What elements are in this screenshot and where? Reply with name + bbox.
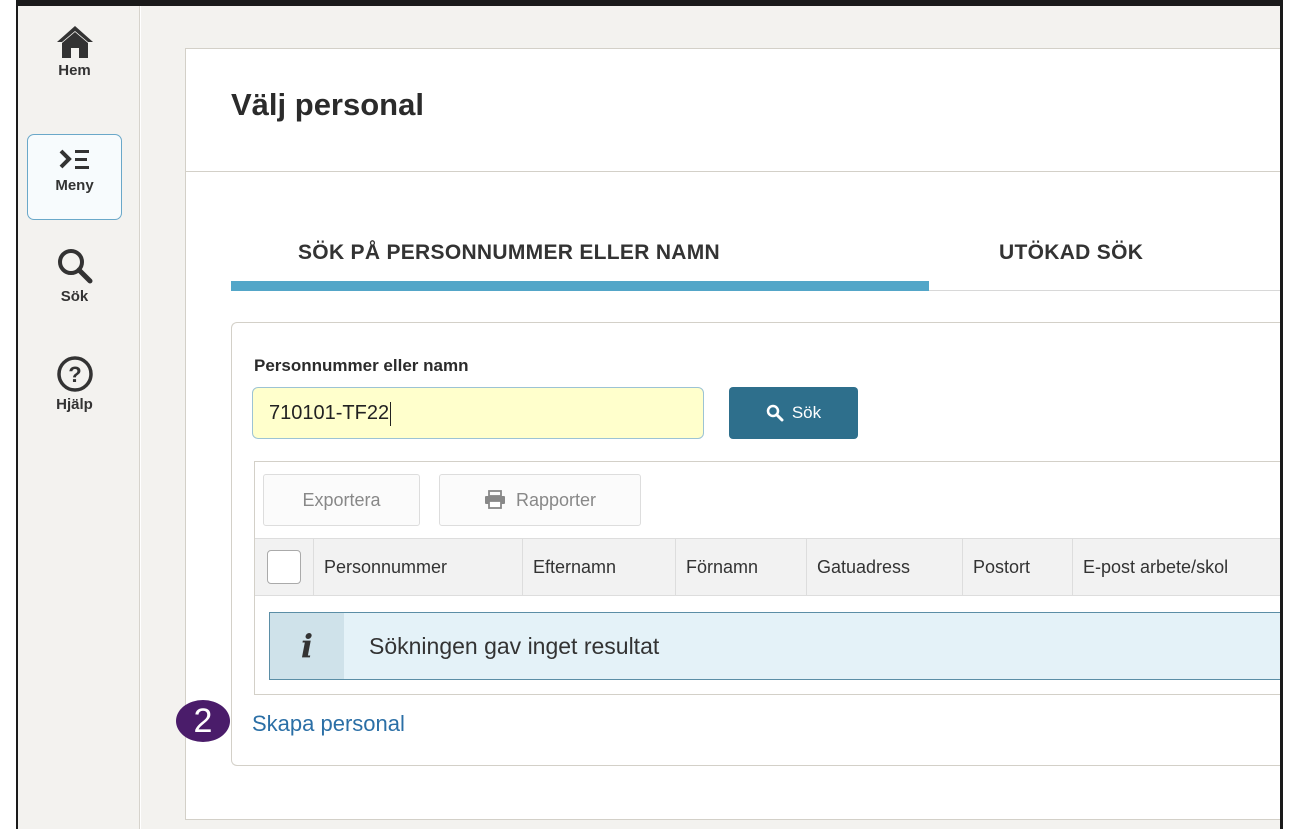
search-button-label: Sök (791, 403, 822, 422)
tab-extended-search[interactable]: UTÖKAD SÖK (999, 241, 1143, 265)
select-all-checkbox[interactable] (267, 550, 301, 584)
tab-search-personnummer[interactable]: SÖK PÅ PERSONNUMMER ELLER NAMN (298, 241, 720, 265)
search-input[interactable]: 710101-TF22 (252, 387, 704, 439)
column-header-efternamn[interactable]: Efternamn (523, 539, 676, 595)
column-header-epost[interactable]: E-post arbete/skol (1073, 539, 1283, 595)
search-icon (57, 249, 92, 284)
svg-text:?: ? (68, 362, 81, 387)
column-header-postort[interactable]: Postort (963, 539, 1073, 595)
text-cursor (390, 401, 392, 426)
select-all-cell (255, 539, 314, 595)
sidebar-item-label: Meny (55, 177, 94, 194)
search-button[interactable]: Sök (729, 387, 858, 439)
search-icon (766, 404, 784, 422)
active-tab-indicator (231, 281, 929, 291)
panel-header: Välj personal (186, 49, 1280, 172)
sidebar: Hem Meny Sök ? Hjälp (18, 6, 140, 829)
window-left-border (0, 0, 18, 829)
search-box: Personnummer eller namn 710101-TF22 Sök … (231, 322, 1283, 766)
sidebar-item-label: Sök (60, 288, 89, 305)
sidebar-item-menu[interactable]: Meny (27, 134, 122, 220)
create-staff-link[interactable]: Skapa personal (252, 711, 405, 737)
sidebar-item-search[interactable]: Sök (27, 246, 122, 305)
sidebar-item-label: Hjälp (56, 396, 93, 413)
reports-button-label: Rapporter (515, 489, 597, 510)
export-button[interactable]: Exportera (263, 474, 420, 526)
column-header-gatuadress[interactable]: Gatuadress (807, 539, 963, 595)
sidebar-item-home[interactable]: Hem (27, 24, 122, 79)
no-results-message: i Sökningen gav inget resultat (269, 612, 1283, 680)
window-right-border (1280, 0, 1294, 829)
step-number-badge: 2 (176, 700, 230, 742)
sidebar-item-help[interactable]: ? Hjälp (27, 354, 122, 413)
home-icon (56, 26, 93, 58)
column-header-personnummer[interactable]: Personnummer (314, 539, 523, 595)
menu-icon (59, 149, 89, 169)
search-field-label: Personnummer eller namn (254, 356, 469, 375)
help-icon: ? (56, 356, 93, 392)
reports-button[interactable]: Rapporter (439, 474, 641, 526)
tab-bar: SÖK PÅ PERSONNUMMER ELLER NAMN UTÖKAD SÖ… (231, 229, 1281, 291)
info-icon: i (270, 613, 344, 679)
export-button-label: Exportera (302, 489, 381, 510)
column-header-fornamn[interactable]: Förnamn (676, 539, 807, 595)
results-panel: Exportera Rapporter Personnummer Efterna… (254, 461, 1283, 695)
page-title: Välj personal (231, 87, 424, 122)
table-header: Personnummer Efternamn Förnamn Gatuadres… (255, 538, 1283, 596)
main-panel: Välj personal SÖK PÅ PERSONNUMMER ELLER … (185, 48, 1283, 820)
search-input-value: 710101-TF22 (269, 402, 390, 424)
no-results-text: Sökningen gav inget resultat (369, 633, 660, 659)
sidebar-item-label: Hem (58, 62, 91, 79)
printer-icon (484, 490, 505, 509)
